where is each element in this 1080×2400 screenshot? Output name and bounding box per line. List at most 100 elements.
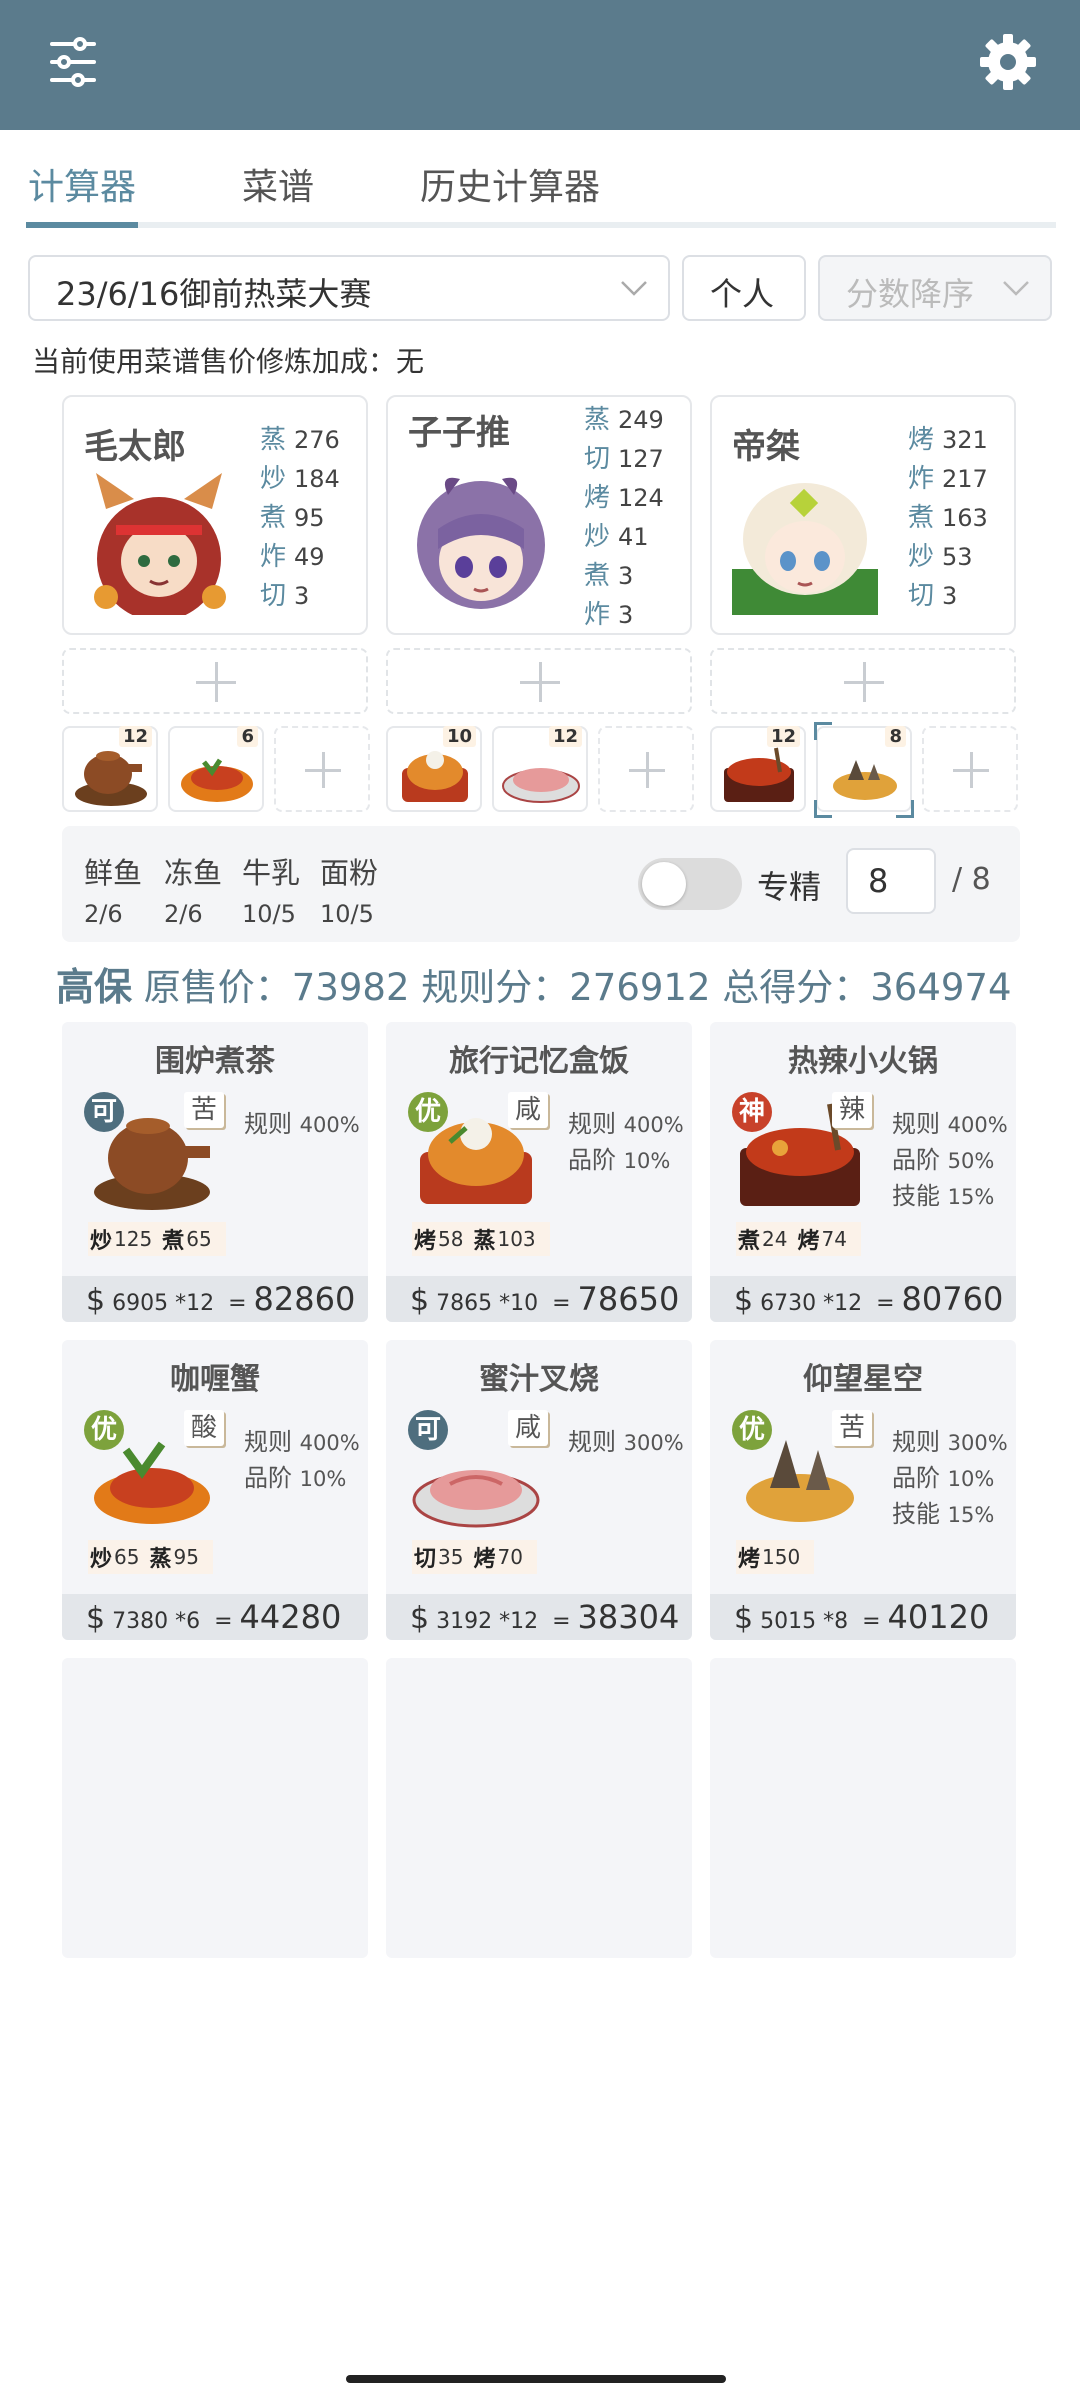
bonus-percent: 400% xyxy=(623,1113,684,1137)
bonus-label: 技能 xyxy=(892,1182,940,1210)
skill-requirement-name: 煮 xyxy=(162,1229,185,1254)
dish-slot[interactable]: 12 xyxy=(62,726,158,812)
selection-corner xyxy=(814,722,832,740)
plus-icon xyxy=(953,752,989,788)
quantity-multiplier: *6 xyxy=(175,1609,201,1634)
sort-select[interactable]: 分数降序 xyxy=(818,255,1052,321)
recipe-card[interactable]: 蜜汁叉烧可 咸规则 300% 切 35 烤 70 $ 3192 *12 = 38304 xyxy=(386,1340,692,1640)
empty-recipe-card[interactable] xyxy=(386,1658,692,1958)
skill-value: 95 xyxy=(294,504,325,532)
contest-select[interactable]: 23/6/16御前热菜大赛 xyxy=(28,255,670,321)
home-indicator[interactable] xyxy=(346,2375,726,2383)
bonus-label: 品阶 xyxy=(892,1146,940,1174)
dish-slot[interactable]: 12 xyxy=(710,726,806,812)
bonus-percent: 15% xyxy=(947,1185,995,1209)
bonus-label: 技能 xyxy=(892,1500,940,1528)
recipe-card[interactable]: 热辣小火锅神辣规则 400% 品阶 50% 技能 15% 煮 24 烤 74 $ 6730 *… xyxy=(710,1022,1016,1322)
taste-badge: 咸 xyxy=(508,1092,548,1128)
recipe-total: 78650 xyxy=(577,1280,680,1318)
dish-slot-empty[interactable] xyxy=(922,726,1018,812)
dish-slot[interactable]: 6 xyxy=(168,726,264,812)
sort-select-value: 分数降序 xyxy=(846,275,975,313)
dish-slot-empty[interactable] xyxy=(274,726,370,812)
skill-requirement-value: 70 xyxy=(497,1545,523,1569)
skill-requirement-value: 103 xyxy=(497,1227,536,1251)
chef-card-1[interactable]: 毛太郎 蒸 276 炒 184 煮 95 炸 49 切3 xyxy=(62,395,368,635)
skill-requirement-name: 蒸 xyxy=(473,1229,496,1254)
bonus-list: 规则 400% xyxy=(244,1104,360,1140)
dish-slot-selected[interactable]: 8 xyxy=(814,722,914,818)
skill-requirement-name: 炒 xyxy=(90,1547,113,1572)
skill-value: 3 xyxy=(294,582,310,610)
skill-requirement-value: 150 xyxy=(762,1545,801,1569)
specialize-label: 专精 xyxy=(757,868,822,906)
skill-value: 3 xyxy=(942,582,958,610)
recipe-card[interactable]: 围炉煮茶可 苦规则 400% 炒 125 煮 65 $ 6905 *12 = 82860 xyxy=(62,1022,368,1322)
skill-value: 163 xyxy=(942,504,988,532)
tab-calculator[interactable]: 计算器 xyxy=(28,158,136,210)
bonus-list: 规则 400% 品阶 10% xyxy=(568,1104,684,1176)
dish-slot[interactable]: 12 xyxy=(492,726,588,812)
equip-slot-1[interactable] xyxy=(62,648,368,714)
bonus-row: 品阶 10% xyxy=(892,1458,1008,1494)
dish-quantity: 12 xyxy=(766,726,800,747)
specialize-count-input[interactable]: 8 xyxy=(846,848,936,914)
chef-card-3[interactable]: 帝桀 烤 321 炸 217 煮 163 炒 53 切3 xyxy=(710,395,1016,635)
empty-recipe-card[interactable] xyxy=(62,1658,368,1958)
recipe-card[interactable]: 仰望星空优苦规则 300% 品阶 10% 技能 15% 烤 150 $ 5015 *8 =… xyxy=(710,1340,1016,1640)
dollar-icon: $ xyxy=(734,1601,754,1636)
recipe-card[interactable]: 咖喱蟹优酸规则 400% 品阶 10% 炒 65 蒸 95 $ 7380 *6 = 4428… xyxy=(62,1340,368,1640)
ingredient-name: 面粉 xyxy=(320,856,379,890)
bonus-list: 规则 400% 品阶 50% 技能 15% xyxy=(892,1104,1008,1212)
sliders-menu-icon[interactable] xyxy=(48,34,98,90)
recipe-total: 38304 xyxy=(577,1598,680,1636)
skill-value: 217 xyxy=(942,465,988,493)
dish-slot-empty[interactable] xyxy=(598,726,694,812)
skill-requirement-name: 烤 xyxy=(797,1229,820,1254)
rank-badge: 可 xyxy=(84,1092,124,1132)
equip-slot-2[interactable] xyxy=(386,648,692,714)
mode-button[interactable]: 个人 xyxy=(682,255,806,321)
skill-requirement-value: 58 xyxy=(438,1227,464,1251)
rank-badge: 优 xyxy=(84,1410,124,1450)
score-text: 原售价：73982 规则分：276912 总得分：364974 xyxy=(143,966,1012,1009)
recipe-card[interactable]: 旅行记忆盒饭优咸规则 400% 品阶 10% 烤 58 蒸 103 $ 7865 *10 =… xyxy=(386,1022,692,1322)
bonus-label: 规则 xyxy=(568,1110,616,1138)
specialize-total: / 8 xyxy=(952,862,991,897)
recipe-score-footer: $ 6730 *12 = 80760 xyxy=(710,1276,1016,1322)
ingredient-item: 牛乳 10/5 xyxy=(242,850,300,928)
skill-value: 184 xyxy=(294,465,340,493)
tab-recipes[interactable]: 菜谱 xyxy=(242,158,314,210)
skill-requirements: 烤 150 xyxy=(736,1540,815,1574)
chef-card-2[interactable]: 子子推 蒸 249 切 127 烤 124 炒 41 煮3 炸3 xyxy=(386,395,692,635)
skill-requirement-name: 炒 xyxy=(90,1229,113,1254)
empty-recipe-card[interactable] xyxy=(710,1658,1016,1958)
recipe-score-footer: $ 5015 *8 = 40120 xyxy=(710,1594,1016,1640)
skill-requirement-name: 烤 xyxy=(414,1229,437,1254)
bonus-row: 规则 400% xyxy=(244,1422,360,1458)
skill-name: 烤 xyxy=(908,425,935,455)
settings-gear-icon[interactable] xyxy=(976,30,1040,94)
bonus-row: 规则 400% xyxy=(568,1104,684,1140)
tab-history-calculator[interactable]: 历史计算器 xyxy=(420,158,600,210)
skill-requirements: 切 35 烤 70 xyxy=(412,1540,537,1574)
bonus-percent: 400% xyxy=(299,1431,360,1455)
bonus-list: 规则 300% xyxy=(568,1422,684,1458)
skill-name: 烤 xyxy=(584,483,611,513)
ingredient-count: 2/6 xyxy=(84,900,123,928)
taste-badge: 酸 xyxy=(184,1410,224,1446)
dish-quantity: 6 xyxy=(237,726,258,747)
equip-slot-3[interactable] xyxy=(710,648,1016,714)
char-siu-dish-icon xyxy=(502,768,580,803)
bonus-label: 品阶 xyxy=(244,1464,292,1492)
chef-name: 毛太郎 xyxy=(84,427,186,467)
skill-value: 276 xyxy=(294,426,340,454)
skill-name: 煮 xyxy=(260,503,287,533)
specialize-toggle[interactable] xyxy=(638,858,742,910)
quantity-multiplier: *10 xyxy=(499,1291,539,1316)
dish-slot[interactable]: 10 xyxy=(386,726,482,812)
chevron-down-icon xyxy=(1003,281,1029,296)
skill-name: 蒸 xyxy=(260,425,287,455)
unit-price: 3192 xyxy=(436,1609,493,1634)
ingredient-item: 冻鱼 2/6 xyxy=(164,850,222,928)
